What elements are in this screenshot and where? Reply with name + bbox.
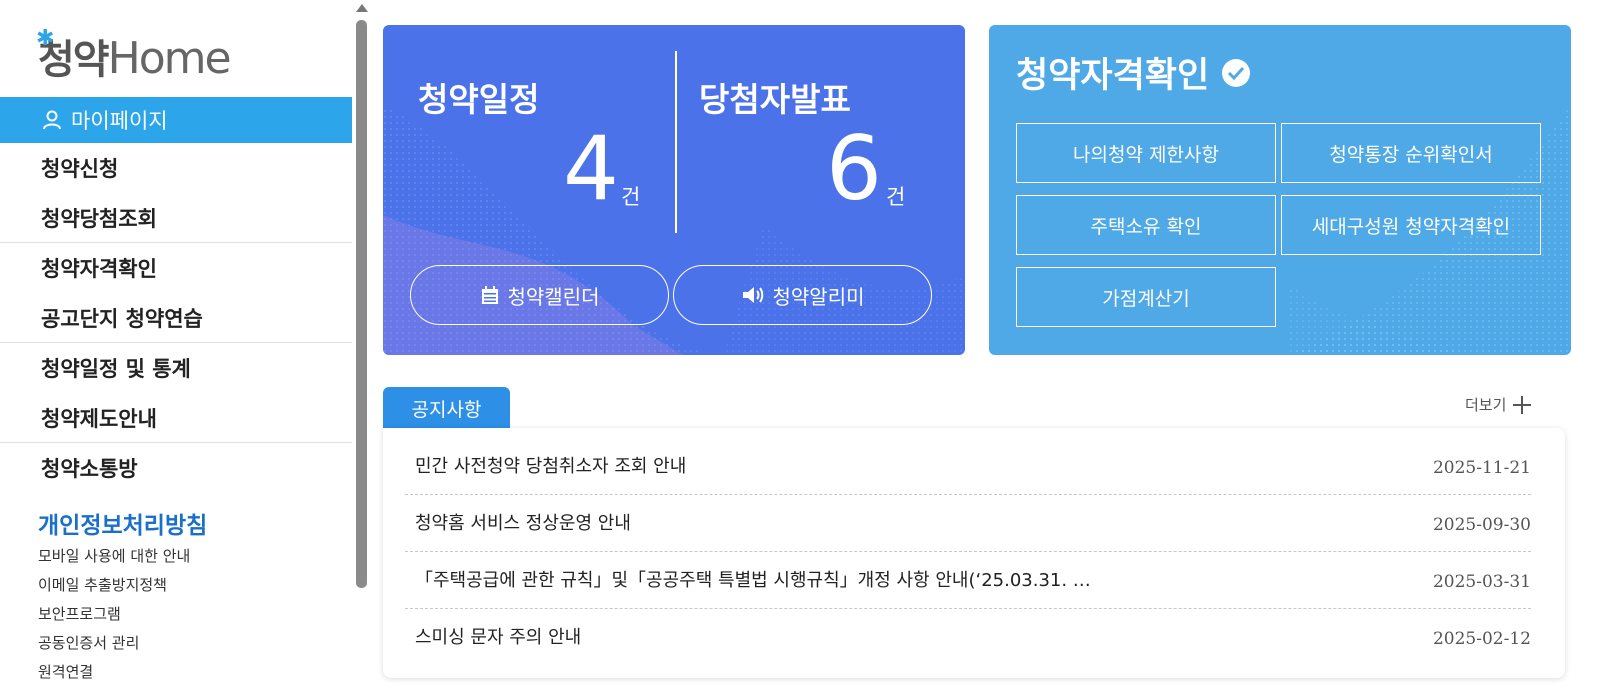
score-calculator-button[interactable]: 가점계산기 [1016, 267, 1276, 327]
sidebar-item-community[interactable]: 청약소통방 [0, 443, 352, 493]
sub-link-mobile[interactable]: 모바일 사용에 대한 안내 [38, 546, 190, 575]
sub-link-email[interactable]: 이메일 추출방지정책 [38, 575, 190, 604]
speaker-icon [741, 285, 765, 305]
house-ownership-button[interactable]: 주택소유 확인 [1016, 195, 1276, 255]
scroll-thumb[interactable] [356, 20, 367, 588]
sub-link-certificate[interactable]: 공동인증서 관리 [38, 633, 190, 662]
notice-title: 청약홈 서비스 정상운영 안내 [415, 513, 631, 534]
sidebar-item-system-guide[interactable]: 청약제도안내 [0, 393, 352, 443]
sidebar-item-label: 청약신청 [41, 157, 119, 181]
notice-row[interactable]: 청약홈 서비스 정상운영 안내 2025-09-30 [405, 495, 1531, 552]
notice-row[interactable]: 민간 사전청약 당첨취소자 조회 안내 2025-11-21 [405, 438, 1531, 495]
sidebar: ✱ 청약Home 마이페이지 청약신청 청약당첨조회 청약자격확인 공고단지 청… [0, 0, 352, 693]
announcement-count[interactable]: 6 [826, 125, 882, 213]
sidebar-item-winner-check[interactable]: 청약당첨조회 [0, 193, 352, 243]
notice-row[interactable]: 스미싱 문자 주의 안내 2025-02-12 [405, 609, 1531, 666]
notice-row[interactable]: 「주택공급에 관한 규칙」및「공공주택 특별법 시행규칙」개정 사항 안내(‘2… [405, 552, 1531, 609]
sub-links: 모바일 사용에 대한 안내 이메일 추출방지정책 보안프로그램 공동인증서 관리… [38, 546, 190, 691]
calendar-icon [480, 285, 500, 305]
notice-date: 2025-11-21 [1432, 458, 1531, 478]
eligibility-title: 청약자격확인 [1016, 47, 1251, 98]
household-eligibility-button[interactable]: 세대구성원 청약자격확인 [1281, 195, 1541, 255]
calendar-button-label: 청약캘린더 [507, 284, 600, 309]
alarm-button[interactable]: 청약알리미 [673, 265, 932, 325]
tab-notice[interactable]: 공지사항 [383, 387, 510, 429]
check-circle-icon [1221, 58, 1251, 88]
alarm-button-label: 청약알리미 [772, 284, 865, 309]
announcement-count-unit: 건 [886, 185, 906, 209]
plus-icon [1512, 395, 1532, 415]
sidebar-item-label: 공고단지 청약연습 [41, 306, 203, 331]
sidebar-item-label: 청약일정 및 통계 [41, 357, 191, 381]
notice-list: 민간 사전청약 당첨취소자 조회 안내 2025-11-21 청약홈 서비스 정… [383, 428, 1565, 678]
eligibility-title-text: 청약자격확인 [1016, 56, 1210, 96]
scroll-up-arrow[interactable] [356, 4, 368, 12]
sidebar-item-label: 청약소통방 [41, 457, 138, 481]
sidebar-item-schedule-stats[interactable]: 청약일정 및 통계 [0, 343, 352, 393]
logo[interactable]: ✱ 청약Home [36, 26, 232, 85]
sub-link-security[interactable]: 보안프로그램 [38, 604, 190, 633]
announcement-title: 당첨자발표 [699, 80, 851, 119]
more-label: 더보기 [1465, 396, 1507, 414]
sidebar-item-label: 청약제도안내 [41, 406, 157, 431]
divider [675, 51, 677, 233]
notice-title: 스미싱 문자 주의 안내 [415, 627, 582, 648]
more-link[interactable]: 더보기 [1465, 394, 1532, 415]
sidebar-item-label: 청약당첨조회 [41, 206, 157, 231]
sidebar-item-label: 마이페이지 [71, 109, 168, 133]
sidebar-item-practice[interactable]: 공고단지 청약연습 [0, 293, 352, 343]
schedule-count[interactable]: 4 [563, 125, 619, 213]
rank-certificate-button[interactable]: 청약통장 순위확인서 [1281, 123, 1541, 183]
sidebar-item-mypage[interactable]: 마이페이지 [0, 97, 352, 143]
logo-text-en: Home [107, 33, 232, 84]
schedule-title: 청약일정 [418, 80, 540, 119]
privacy-policy-link[interactable]: 개인정보처리방침 [38, 506, 207, 540]
schedule-count-unit: 건 [621, 185, 641, 209]
notice-title: 「주택공급에 관한 규칙」및「공공주택 특별법 시행규칙」개정 사항 안내(‘2… [415, 570, 1091, 591]
notice-title: 민간 사전청약 당첨취소자 조회 안내 [415, 456, 687, 477]
scrollbar[interactable] [352, 0, 372, 693]
sidebar-item-label: 청약자격확인 [41, 257, 157, 281]
star-icon: ✱ [36, 26, 55, 51]
eligibility-card: 청약자격확인 나의청약 제한사항 청약통장 순위확인서 주택소유 확인 세대구성… [989, 25, 1571, 355]
sidebar-menu: 마이페이지 청약신청 청약당첨조회 청약자격확인 공고단지 청약연습 청약일정 … [0, 97, 352, 493]
calendar-button[interactable]: 청약캘린더 [410, 265, 669, 325]
sub-link-remote[interactable]: 원격연결 [38, 662, 190, 691]
user-icon [41, 109, 63, 131]
notice-date: 2025-09-30 [1432, 515, 1531, 535]
notice-date: 2025-03-31 [1432, 572, 1531, 592]
sidebar-item-apply[interactable]: 청약신청 [0, 143, 352, 193]
schedule-card: 청약일정 당첨자발표 4 건 6 건 청약캘린더 청약알리미 [383, 25, 965, 355]
restriction-button[interactable]: 나의청약 제한사항 [1016, 123, 1276, 183]
notice-date: 2025-02-12 [1432, 629, 1531, 649]
sidebar-item-eligibility[interactable]: 청약자격확인 [0, 243, 352, 293]
